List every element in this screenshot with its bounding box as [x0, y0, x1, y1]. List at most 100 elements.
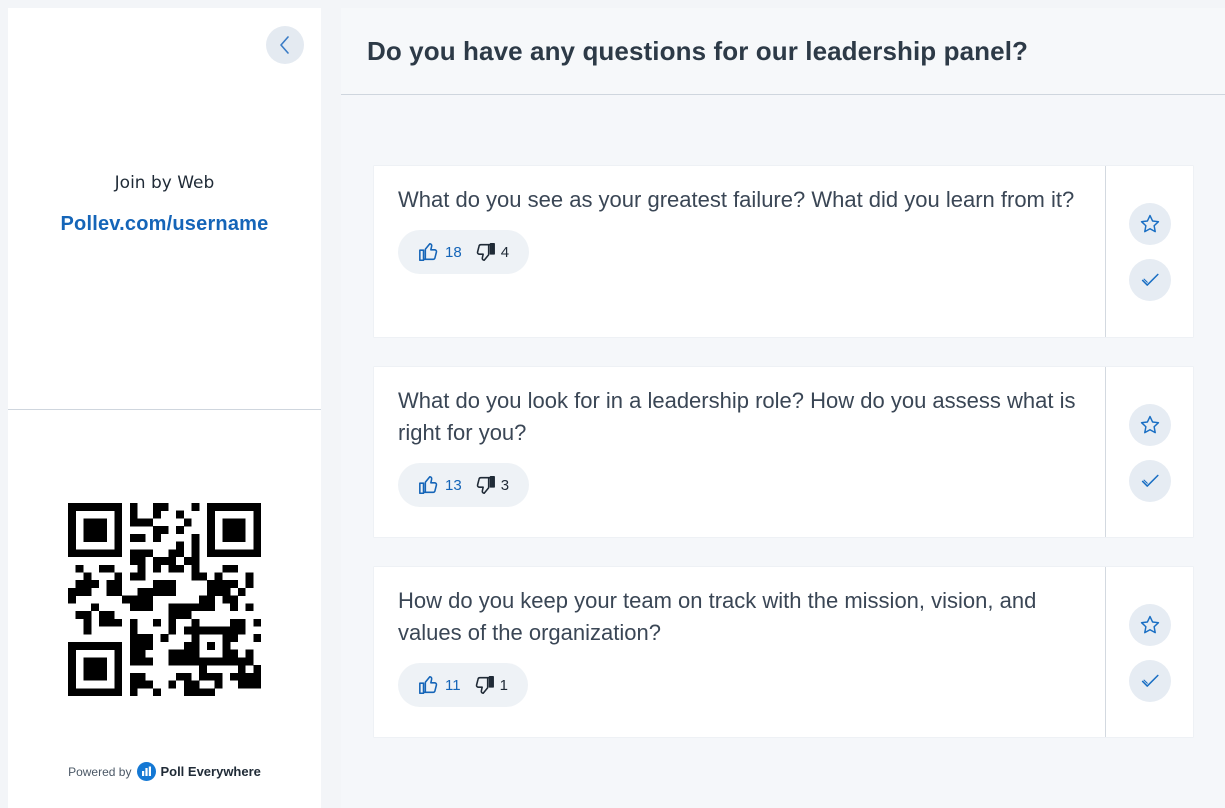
- qr-module: [145, 518, 154, 527]
- qr-module: [114, 641, 123, 650]
- qr-module: [137, 641, 146, 650]
- downvote-button[interactable]: 4: [474, 241, 509, 263]
- thumbs-up-icon: [419, 242, 438, 262]
- qr-module: [230, 649, 238, 658]
- qr-module: [83, 611, 92, 619]
- qr-module: [129, 680, 138, 689]
- qr-module: [214, 672, 223, 681]
- qr-module: [160, 634, 169, 643]
- qr-module: [137, 587, 146, 596]
- qr-module: [230, 657, 238, 666]
- poll-everywhere-logo-icon: [137, 762, 157, 781]
- qr-module: [68, 533, 76, 542]
- upvote-button[interactable]: 11: [418, 674, 461, 696]
- qr-module: [183, 680, 192, 689]
- qr-module: [145, 657, 154, 666]
- qr-module: [176, 549, 184, 558]
- qr-module: [245, 680, 254, 689]
- qr-module: [191, 649, 200, 658]
- brand-link[interactable]: Poll Everywhere: [137, 762, 261, 781]
- qr-module: [222, 564, 231, 573]
- qr-module: [137, 595, 146, 604]
- qr-module: [129, 641, 138, 650]
- qr-module: [183, 518, 192, 527]
- qr-module: [237, 626, 246, 635]
- qr-module: [91, 533, 100, 542]
- qr-module: [168, 626, 177, 635]
- qr-module: [222, 549, 231, 558]
- qr-module: [114, 657, 123, 666]
- qr-module: [168, 557, 177, 565]
- star-button[interactable]: [1128, 404, 1171, 446]
- qr-module: [199, 572, 208, 581]
- mark-answered-button[interactable]: [1128, 259, 1171, 301]
- check-icon: [1141, 273, 1159, 286]
- qr-module: [176, 541, 184, 550]
- qr-module: [114, 688, 123, 696]
- qr-module: [114, 518, 123, 527]
- qr-module: [106, 618, 115, 627]
- qr-module: [253, 518, 261, 527]
- qr-module: [222, 503, 231, 511]
- qr-module: [68, 672, 76, 681]
- qr-module: [191, 564, 200, 573]
- collapse-sidebar-button[interactable]: [266, 26, 304, 64]
- question-text: How do you keep your team on track with …: [398, 588, 1037, 645]
- qr-module: [98, 549, 107, 558]
- downvote-button[interactable]: 3: [474, 474, 509, 496]
- qr-module: [137, 672, 146, 681]
- vote-bar: 18 4: [398, 230, 530, 274]
- qr-module: [168, 618, 177, 627]
- qr-module: [183, 657, 192, 666]
- qr-module: [137, 657, 146, 666]
- question-text: What do you see as your greatest failure…: [398, 187, 1075, 212]
- qr-module: [214, 503, 223, 511]
- qr-module: [98, 618, 107, 627]
- qr-module: [91, 657, 100, 666]
- qr-module: [91, 665, 100, 673]
- mark-answered-button[interactable]: [1128, 660, 1171, 702]
- qr-module: [168, 657, 177, 666]
- qr-module: [75, 549, 84, 558]
- qr-module: [129, 657, 138, 666]
- qr-module: [68, 641, 76, 650]
- qr-module: [191, 688, 200, 696]
- qr-module: [199, 657, 208, 666]
- qr-module: [176, 603, 184, 612]
- qr-module: [83, 641, 92, 650]
- qr-module: [129, 510, 138, 519]
- qr-module: [222, 518, 231, 527]
- qr-module: [222, 641, 231, 650]
- join-url[interactable]: Pollev.com/username: [8, 213, 321, 236]
- downvote-button[interactable]: 1: [473, 674, 508, 696]
- star-icon: [1140, 615, 1159, 634]
- sidebar: Join by Web Pollev.com/username Powered …: [8, 8, 321, 808]
- main-header: Do you have any questions for our leader…: [341, 8, 1225, 95]
- question-body: How do you keep your team on track with …: [374, 567, 1106, 737]
- mark-answered-button[interactable]: [1128, 460, 1171, 502]
- qr-module: [91, 503, 100, 511]
- star-button[interactable]: [1128, 203, 1171, 245]
- qr-module: [145, 634, 154, 643]
- qr-module: [160, 503, 169, 511]
- qr-module: [253, 672, 261, 681]
- qr-module: [237, 503, 246, 511]
- qr-module: [214, 549, 223, 558]
- qr-module: [168, 611, 177, 619]
- qr-module: [152, 503, 161, 511]
- qr-module: [91, 526, 100, 535]
- qr-module: [83, 580, 92, 589]
- brand-name: Poll Everywhere: [160, 764, 261, 779]
- upvote-button[interactable]: 18: [418, 241, 462, 263]
- qr-module: [68, 510, 76, 519]
- qr-module: [137, 518, 146, 527]
- qr-module: [199, 688, 208, 696]
- question-card: How do you keep your team on track with …: [374, 567, 1193, 737]
- qr-module: [106, 503, 115, 511]
- downvote-count: 3: [500, 476, 510, 494]
- qr-module: [191, 641, 200, 650]
- star-button[interactable]: [1128, 604, 1171, 646]
- qr-module: [183, 688, 192, 696]
- upvote-button[interactable]: 13: [418, 474, 462, 496]
- qr-module: [230, 634, 238, 643]
